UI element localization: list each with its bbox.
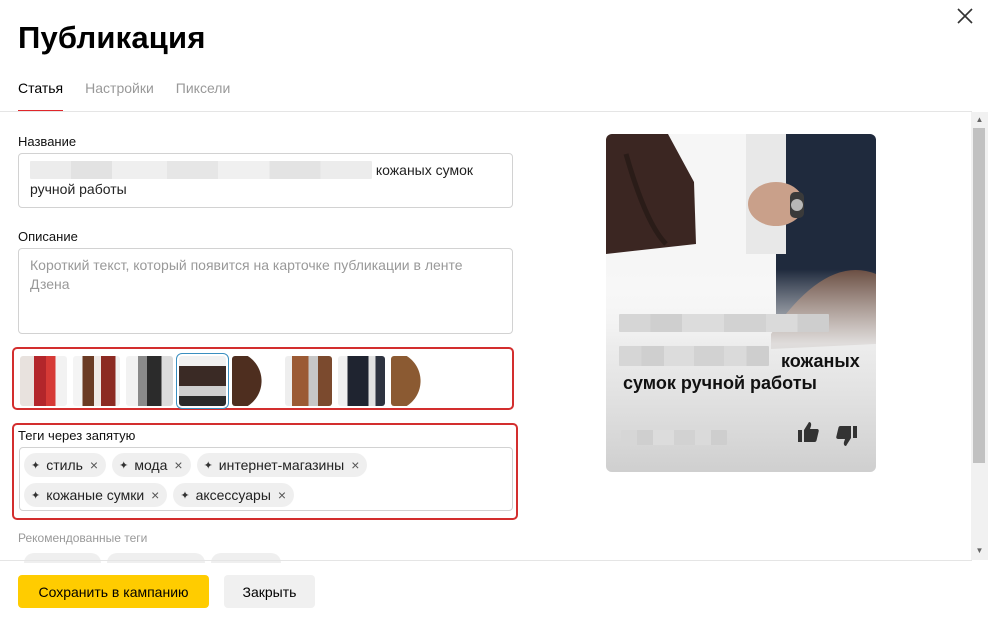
scrollbar-thumb[interactable] [973, 128, 985, 463]
dialog-title: Публикация [18, 20, 206, 55]
scroll-down-icon[interactable]: ▼ [972, 545, 987, 557]
sparkle-icon: ✦ [203, 459, 213, 472]
scroll-up-icon[interactable]: ▲ [972, 114, 987, 126]
tag-label: стиль [46, 457, 83, 473]
remove-tag-icon[interactable]: × [151, 487, 159, 503]
remove-tag-icon[interactable]: × [351, 457, 359, 473]
recommended-tags-label: Рекомендованные теги [18, 531, 148, 545]
tag-label: аксессуары [195, 487, 271, 503]
name-input[interactable]: кожаных сумок ручной работы [18, 153, 513, 208]
tag-chip: ✦ интернет-магазины × [196, 453, 368, 477]
remove-tag-icon[interactable]: × [174, 457, 182, 473]
tag-chip: ✦ мода × [112, 453, 191, 477]
thumbs-up-icon[interactable] [796, 420, 820, 444]
tab-settings[interactable]: Настройки [85, 80, 154, 112]
cover-thumbnail[interactable] [232, 356, 279, 406]
redacted-text [30, 161, 372, 179]
tag-chip: ✦ стиль × [24, 453, 107, 477]
remove-tag-icon[interactable]: × [278, 487, 286, 503]
recommended-tag-chip[interactable] [24, 553, 101, 563]
name-value-visible: кожаных сумок [375, 162, 474, 178]
footer-divider [0, 560, 972, 561]
description-placeholder: Короткий текст, который появится на карт… [30, 257, 463, 292]
sparkle-icon: ✦ [31, 459, 41, 472]
preview-card: кожаных сумок ручной работы [606, 134, 876, 472]
name-label: Название [18, 134, 77, 149]
cover-thumbnail-selected[interactable] [176, 353, 229, 409]
recommended-tag-chip[interactable] [211, 553, 281, 563]
publication-dialog: Публикация Статья Настройки Пиксели Назв… [0, 0, 993, 622]
preview-title-line2: сумок ручной работы [623, 373, 817, 393]
thumbs-down-icon[interactable] [835, 424, 859, 448]
tag-label: мода [134, 457, 168, 473]
tags-input[interactable]: ✦ стиль × ✦ мода × ✦ интернет-магазины × ✦ кожа… [19, 447, 513, 511]
redacted-text [619, 314, 829, 332]
cover-thumbnail[interactable] [391, 356, 438, 406]
tabs-divider [0, 111, 972, 112]
sparkle-icon: ✦ [119, 459, 129, 472]
tag-chip: ✦ кожаные сумки × [24, 483, 168, 507]
preview-title-visible: кожаных [781, 351, 860, 371]
sparkle-icon: ✦ [31, 489, 41, 502]
preview-title: кожаных сумок ручной работы [623, 350, 863, 394]
redacted-source [621, 430, 727, 445]
description-label: Описание [18, 229, 78, 244]
cover-thumbnail[interactable] [338, 356, 385, 406]
tag-label: кожаные сумки [46, 487, 145, 503]
tags-label: Теги через запятую [18, 428, 136, 443]
cover-thumbnail[interactable] [126, 356, 173, 406]
close-button[interactable]: Закрыть [224, 575, 315, 608]
sparkle-icon: ✦ [180, 489, 190, 502]
close-icon[interactable] [955, 6, 975, 26]
cover-thumbnail[interactable] [285, 356, 332, 406]
tabs-bar: Статья Настройки Пиксели [18, 80, 230, 112]
tab-pixels[interactable]: Пиксели [176, 80, 230, 112]
preview-image [606, 134, 876, 472]
save-to-campaign-button[interactable]: Сохранить в кампанию [18, 575, 209, 608]
cover-image-picker [20, 353, 438, 409]
cover-thumbnail[interactable] [20, 356, 67, 406]
recommended-tag-chip[interactable] [107, 553, 205, 563]
tag-label: интернет-магазины [218, 457, 345, 473]
tab-article[interactable]: Статья [18, 80, 64, 112]
description-input[interactable]: Короткий текст, который появится на карт… [18, 248, 513, 334]
name-value-line2: ручной работы [30, 181, 127, 197]
cover-thumbnail[interactable] [73, 356, 120, 406]
tag-chip: ✦ аксессуары × [173, 483, 295, 507]
remove-tag-icon[interactable]: × [90, 457, 98, 473]
